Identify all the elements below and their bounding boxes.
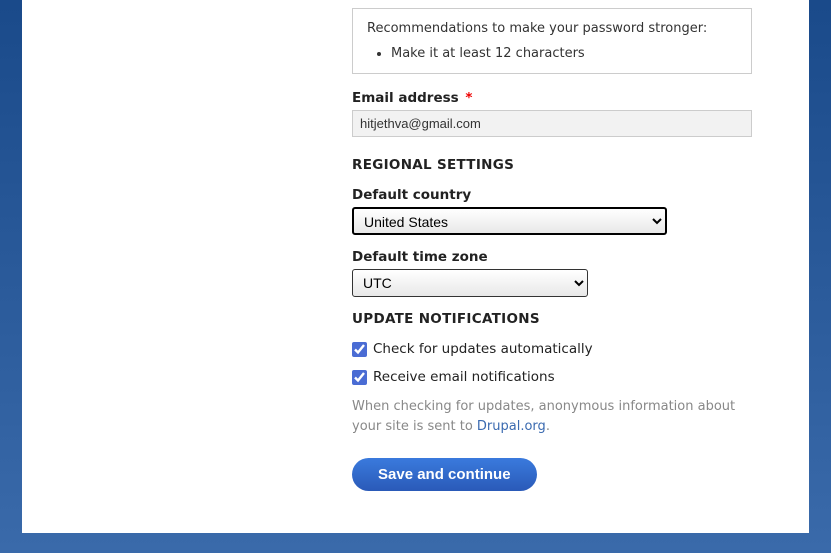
email-label: Email address * [352, 90, 752, 106]
password-recommendation-box: Recommendations to make your password st… [352, 8, 752, 74]
country-label: Default country [352, 187, 752, 203]
page-wrapper: Recommendations to make your password st… [22, 0, 809, 533]
form-content: Recommendations to make your password st… [352, 0, 752, 491]
recommendation-heading: Recommendations to make your password st… [367, 21, 737, 36]
drupal-org-link[interactable]: Drupal.org [477, 419, 546, 434]
check-updates-label: Check for updates automatically [373, 341, 593, 357]
timezone-field-wrapper: Default time zone UTC [352, 249, 752, 297]
check-updates-row: Check for updates automatically [352, 341, 752, 357]
receive-email-label: Receive email notifications [373, 369, 555, 385]
timezone-label: Default time zone [352, 249, 752, 265]
update-notifications-heading: UPDATE NOTIFICATIONS [352, 311, 752, 327]
country-select[interactable]: United States [352, 207, 667, 235]
save-and-continue-button[interactable]: Save and continue [352, 458, 537, 491]
email-field[interactable] [352, 110, 752, 137]
recommendation-item: Make it at least 12 characters [391, 46, 737, 61]
receive-email-checkbox[interactable] [352, 370, 367, 385]
update-help-text: When checking for updates, anonymous inf… [352, 397, 752, 436]
recommendation-list: Make it at least 12 characters [367, 46, 737, 61]
country-field-wrapper: Default country United States [352, 187, 752, 235]
receive-email-row: Receive email notifications [352, 369, 752, 385]
help-text-suffix: . [546, 419, 550, 434]
regional-settings-heading: REGIONAL SETTINGS [352, 157, 752, 173]
timezone-select[interactable]: UTC [352, 269, 588, 297]
check-updates-checkbox[interactable] [352, 342, 367, 357]
required-indicator: * [465, 90, 472, 106]
email-label-text: Email address [352, 90, 459, 106]
